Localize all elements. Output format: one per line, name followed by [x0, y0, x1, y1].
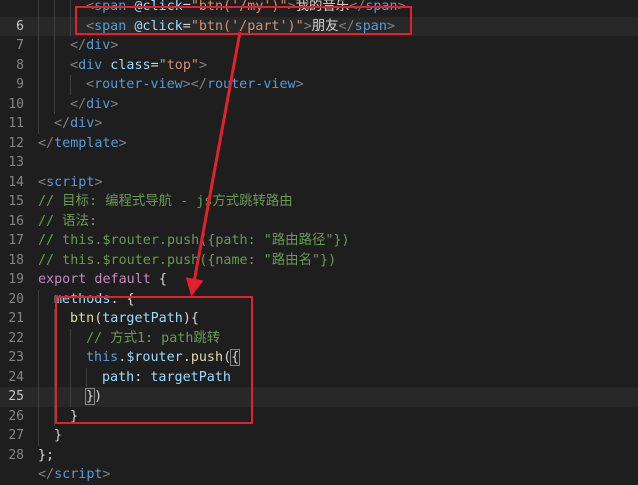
annotation-arrow [185, 31, 242, 297]
arrow-line [185, 31, 242, 297]
code-token: > [102, 467, 111, 482]
code-token: script [54, 467, 103, 482]
code-token: </ [38, 467, 55, 482]
code-line[interactable]: </script> [0, 465, 638, 485]
code-text: </script> [38, 465, 111, 485]
